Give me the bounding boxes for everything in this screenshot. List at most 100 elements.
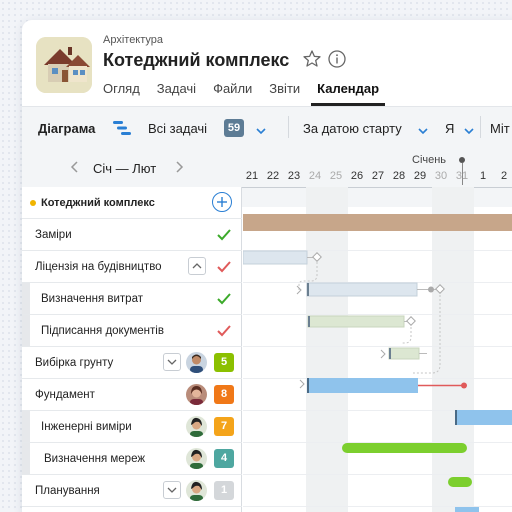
assignee-dropdown[interactable]: Я xyxy=(445,121,454,136)
check-icon[interactable] xyxy=(216,259,232,275)
day-label: 28 xyxy=(392,170,406,182)
project-bar xyxy=(243,214,512,231)
task-row[interactable]: Визначення витрат xyxy=(22,283,242,315)
month-label: Січень xyxy=(412,154,447,166)
divider xyxy=(288,116,289,138)
day-label: 31 xyxy=(455,170,469,182)
day-label: 21 xyxy=(245,170,259,182)
check-icon[interactable] xyxy=(216,227,232,243)
gantt-chart xyxy=(243,187,512,512)
avatar[interactable] xyxy=(186,448,207,469)
house-icon xyxy=(36,37,92,93)
date-range-label: Січ — Лют xyxy=(93,161,157,176)
task-row[interactable]: Ліцензія на будівництво xyxy=(22,251,242,283)
check-icon[interactable] xyxy=(216,323,232,339)
chevron-down-icon[interactable] xyxy=(417,123,429,135)
view-switch-button[interactable]: Діаграма xyxy=(38,121,95,136)
weekend-column xyxy=(432,187,474,512)
task-label: Вибірка грунту xyxy=(35,357,114,369)
task-bar-start xyxy=(307,378,309,393)
chevron-up-icon[interactable] xyxy=(188,257,206,275)
star-icon[interactable] xyxy=(302,49,322,69)
tab-reports[interactable]: Звіти xyxy=(269,80,300,106)
task-count-badge: 8 xyxy=(214,385,234,404)
avatar[interactable] xyxy=(186,384,207,405)
subtask-indent xyxy=(22,283,30,314)
subtask-indent xyxy=(22,315,30,346)
chevron-right-icon[interactable] xyxy=(174,160,184,178)
task-row[interactable]: Інженерні виміри 7 xyxy=(22,411,242,443)
tab-tasks[interactable]: Задачі xyxy=(157,80,196,106)
dependency-dot xyxy=(428,286,434,293)
diagram-icon[interactable] xyxy=(112,120,132,136)
project-row[interactable]: Котеджний комплекс xyxy=(22,187,242,219)
task-count-badge: 4 xyxy=(214,449,234,468)
task-row[interactable]: Визначення мереж 4 xyxy=(22,443,242,475)
tab-overview[interactable]: Огляд xyxy=(103,80,140,106)
task-count-badge: 5 xyxy=(214,353,234,372)
extra-dropdown[interactable]: Міт xyxy=(490,121,510,136)
task-bar-start xyxy=(307,283,309,296)
avatar[interactable] xyxy=(186,352,207,373)
day-label: 22 xyxy=(266,170,280,182)
day-label: 24 xyxy=(308,170,322,182)
divider xyxy=(480,116,481,138)
weekend-column xyxy=(306,187,348,512)
page-title: Котеджний комплекс xyxy=(103,50,290,70)
tab-files[interactable]: Файли xyxy=(213,80,252,106)
task-row[interactable]: Заміри xyxy=(22,219,242,251)
task-count-badge: 59 xyxy=(224,119,244,137)
task-bar-start xyxy=(308,316,310,327)
project-window: Архітектура Котеджний комплекс Огляд Зад… xyxy=(22,20,512,512)
task-label: Визначення витрат xyxy=(41,293,143,305)
task-label: Ліцензія на будівництво xyxy=(35,261,162,273)
chevron-down-icon[interactable] xyxy=(163,481,181,499)
day-label: 25 xyxy=(329,170,343,182)
task-label: Визначення мереж xyxy=(44,453,146,465)
task-bar xyxy=(306,282,418,297)
check-icon[interactable] xyxy=(216,291,232,307)
task-bar xyxy=(307,378,418,393)
milestone-diamond xyxy=(406,316,416,326)
chevron-down-icon[interactable] xyxy=(463,123,475,135)
task-row[interactable]: Фундамент 8 xyxy=(22,379,242,411)
chevron-left-icon[interactable] xyxy=(70,160,80,178)
task-row[interactable]: Планування 1 xyxy=(22,475,242,507)
task-row[interactable]: Підписання документів xyxy=(22,315,242,347)
add-icon[interactable] xyxy=(212,192,232,212)
avatar[interactable] xyxy=(186,416,207,437)
task-count-badge: 7 xyxy=(214,417,234,436)
task-bar xyxy=(455,507,479,512)
chevron-down-icon[interactable] xyxy=(255,123,267,135)
task-list: Котеджний комплекс Заміри Ліцензія на бу… xyxy=(22,187,242,512)
day-label: 23 xyxy=(287,170,301,182)
subtask-indent xyxy=(22,411,30,442)
tab-bar: Огляд Задачі Файли Звіти Календар xyxy=(103,80,396,106)
overdue-dot xyxy=(461,382,467,389)
task-label: Фундамент xyxy=(35,389,95,401)
project-dot xyxy=(30,200,36,206)
dependency-arrow xyxy=(299,379,305,389)
task-bar xyxy=(307,315,405,328)
task-bar xyxy=(388,347,420,360)
task-row[interactable]: Вибірка грунту 5 xyxy=(22,347,242,379)
task-count-badge: 1 xyxy=(214,481,234,500)
breadcrumb[interactable]: Архітектура xyxy=(103,34,163,46)
avatar[interactable] xyxy=(186,480,207,501)
filter-dropdown[interactable]: Всі задачі xyxy=(148,121,207,136)
day-label: 30 xyxy=(434,170,448,182)
day-label: 27 xyxy=(371,170,385,182)
day-label: 2 xyxy=(500,170,508,182)
chevron-down-icon[interactable] xyxy=(163,353,181,371)
task-label: Котеджний комплекс xyxy=(41,197,155,209)
day-label: 1 xyxy=(479,170,487,182)
info-icon[interactable] xyxy=(327,49,347,69)
sort-dropdown[interactable]: За датою старту xyxy=(303,121,402,136)
day-label: 26 xyxy=(350,170,364,182)
task-label: Планування xyxy=(35,485,100,497)
task-bar-start xyxy=(455,410,457,425)
task-label: Інженерні виміри xyxy=(41,421,132,433)
task-label: Підписання документів xyxy=(41,325,164,337)
tab-calendar[interactable]: Календар xyxy=(311,80,386,106)
task-label: Заміри xyxy=(35,229,72,241)
